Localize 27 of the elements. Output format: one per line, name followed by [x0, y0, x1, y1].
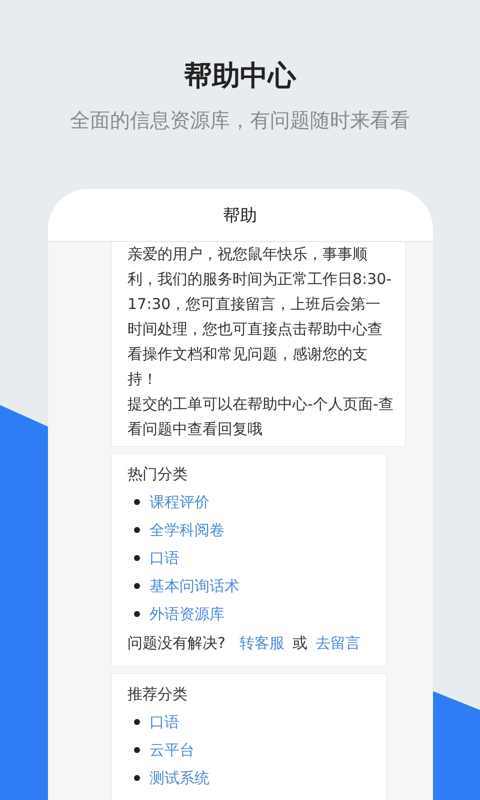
screen-title: 帮助: [48, 189, 432, 242]
page-title: 帮助中心: [184, 58, 296, 94]
section-heading: 热门分类: [128, 464, 188, 485]
bullet-icon: [134, 719, 140, 725]
question-text: 问题没有解决?: [128, 634, 226, 652]
section-heading: 推荐分类: [128, 684, 188, 705]
notice-text: 亲爱的用户，祝您鼠年快乐，事事顺利，我们的服务时间为正常工作日8:30-17:30，您可直接留言，上班后会第一时间处理，您也可直接点击帮助中心查看操作文档和常见问题，感谢您的支持！: [128, 244, 393, 390]
category-link[interactable]: 基本问询话术: [150, 576, 240, 596]
contact-link[interactable]: 转客服: [239, 634, 284, 652]
bullet-icon: [134, 527, 140, 533]
notice-text: 提交的工单可以在帮助中心-个人页面-查看问题中查看回复哦: [128, 394, 394, 440]
category-link[interactable]: 口语: [150, 548, 180, 568]
page-subtitle: 全面的信息资源库，有问题随时来看看: [70, 107, 410, 134]
message-link[interactable]: 去留言: [315, 634, 360, 652]
bullet-icon: [134, 775, 140, 781]
category-link[interactable]: 课程评价: [150, 492, 210, 512]
category-link[interactable]: 测试系统: [150, 768, 210, 788]
category-link[interactable]: 全学科阅卷: [150, 520, 224, 540]
bullet-icon: [134, 747, 140, 753]
bullet-icon: [134, 499, 140, 505]
bullet-icon: [134, 583, 140, 589]
or-text: 或: [292, 634, 308, 652]
bullet-icon: [134, 611, 140, 617]
category-link[interactable]: 外语资源库: [150, 604, 224, 624]
bullet-icon: [134, 555, 140, 561]
category-link[interactable]: 口语: [150, 712, 180, 732]
category-link[interactable]: 云平台: [150, 740, 194, 760]
